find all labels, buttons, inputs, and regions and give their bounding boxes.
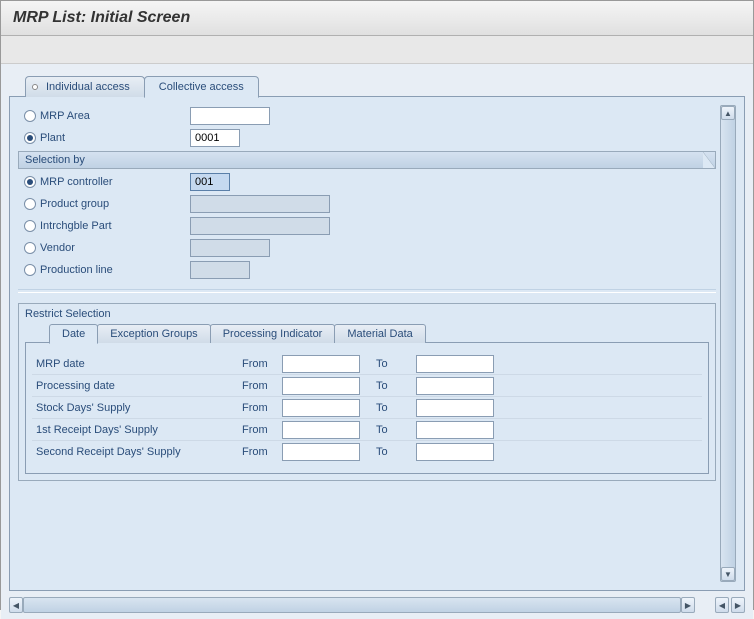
content-area: Individual access Collective access MRP … (1, 64, 753, 619)
label-production-line: Production line (40, 264, 190, 276)
scroll-up-icon[interactable]: ▲ (721, 106, 735, 120)
radio-intrchgble-part[interactable] (24, 220, 36, 232)
input-production-line[interactable] (190, 261, 250, 279)
scroll-right-end-icon[interactable]: ▶ (731, 597, 745, 613)
label-from: From (242, 446, 282, 458)
label-vendor: Vendor (40, 242, 190, 254)
scroll-left-icon[interactable]: ◀ (9, 597, 23, 613)
input-processing-date-from[interactable] (282, 377, 360, 395)
group-header-selection-by: Selection by (18, 151, 716, 169)
label-stock-days-supply: Stock Days' Supply (32, 402, 242, 414)
tab-processing-indicator[interactable]: Processing Indicator (210, 324, 336, 343)
tab-collective-access[interactable]: Collective access (144, 76, 259, 98)
radio-mrp-area[interactable] (24, 110, 36, 122)
horizontal-scrollbar[interactable] (23, 597, 681, 613)
tab-material-data[interactable]: Material Data (334, 324, 425, 343)
label-from: From (242, 358, 282, 370)
label-second-receipt-days-supply: Second Receipt Days' Supply (32, 446, 242, 458)
input-2nd-receipt-to[interactable] (416, 443, 494, 461)
collective-access-panel: MRP Area Plant Selection by MRP controll… (9, 96, 745, 591)
input-processing-date-to[interactable] (416, 377, 494, 395)
tab-exception-groups[interactable]: Exception Groups (97, 324, 210, 343)
page-title: MRP List: Initial Screen (1, 1, 753, 36)
radio-product-group[interactable] (24, 198, 36, 210)
scroll-down-icon[interactable]: ▼ (721, 567, 735, 581)
restrict-selection-panel: Restrict Selection Date Exception Groups… (18, 303, 716, 481)
label-to: To (376, 446, 416, 458)
restrict-tab-strip: Date Exception Groups Processing Indicat… (49, 324, 715, 343)
restrict-selection-title: Restrict Selection (19, 304, 715, 324)
tab-individual-access[interactable]: Individual access (25, 76, 145, 97)
label-first-receipt-days-supply: 1st Receipt Days' Supply (32, 424, 242, 436)
input-stock-days-from[interactable] (282, 399, 360, 417)
input-mrp-area[interactable] (190, 107, 270, 125)
input-1st-receipt-to[interactable] (416, 421, 494, 439)
input-mrp-date-to[interactable] (416, 355, 494, 373)
toolbar-blank (1, 36, 753, 64)
input-2nd-receipt-from[interactable] (282, 443, 360, 461)
label-from: From (242, 402, 282, 414)
vertical-scrollbar[interactable]: ▲ ▼ (720, 105, 736, 582)
radio-vendor[interactable] (24, 242, 36, 254)
group-selection-by: MRP controller Product group Intrchgble … (18, 169, 716, 285)
input-mrp-controller[interactable] (190, 173, 230, 191)
label-processing-date: Processing date (32, 380, 242, 392)
label-mrp-area: MRP Area (40, 110, 190, 122)
label-mrp-controller: MRP controller (40, 176, 190, 188)
input-intrchgble-part[interactable] (190, 217, 330, 235)
scroll-right-icon[interactable]: ▶ (681, 597, 695, 613)
input-vendor[interactable] (190, 239, 270, 257)
scroll-left-end-icon[interactable]: ◀ (715, 597, 729, 613)
label-from: From (242, 380, 282, 392)
label-to: To (376, 402, 416, 414)
radio-plant[interactable] (24, 132, 36, 144)
divider (18, 289, 716, 293)
date-sub-panel: MRP date From To Processing date From (25, 342, 709, 474)
label-from: From (242, 424, 282, 436)
input-stock-days-to[interactable] (416, 399, 494, 417)
label-plant: Plant (40, 132, 190, 144)
label-product-group: Product group (40, 198, 190, 210)
radio-production-line[interactable] (24, 264, 36, 276)
input-1st-receipt-from[interactable] (282, 421, 360, 439)
radio-mrp-controller[interactable] (24, 176, 36, 188)
label-mrp-date: MRP date (32, 358, 242, 370)
input-product-group[interactable] (190, 195, 330, 213)
label-intrchgble-part: Intrchgble Part (40, 220, 190, 232)
tab-date[interactable]: Date (49, 324, 98, 344)
input-mrp-date-from[interactable] (282, 355, 360, 373)
label-to: To (376, 358, 416, 370)
main-tab-strip: Individual access Collective access (25, 76, 745, 97)
bottom-scroll-area: ◀ ▶ ◀ ▶ (9, 597, 745, 613)
label-to: To (376, 380, 416, 392)
label-to: To (376, 424, 416, 436)
input-plant[interactable] (190, 129, 240, 147)
